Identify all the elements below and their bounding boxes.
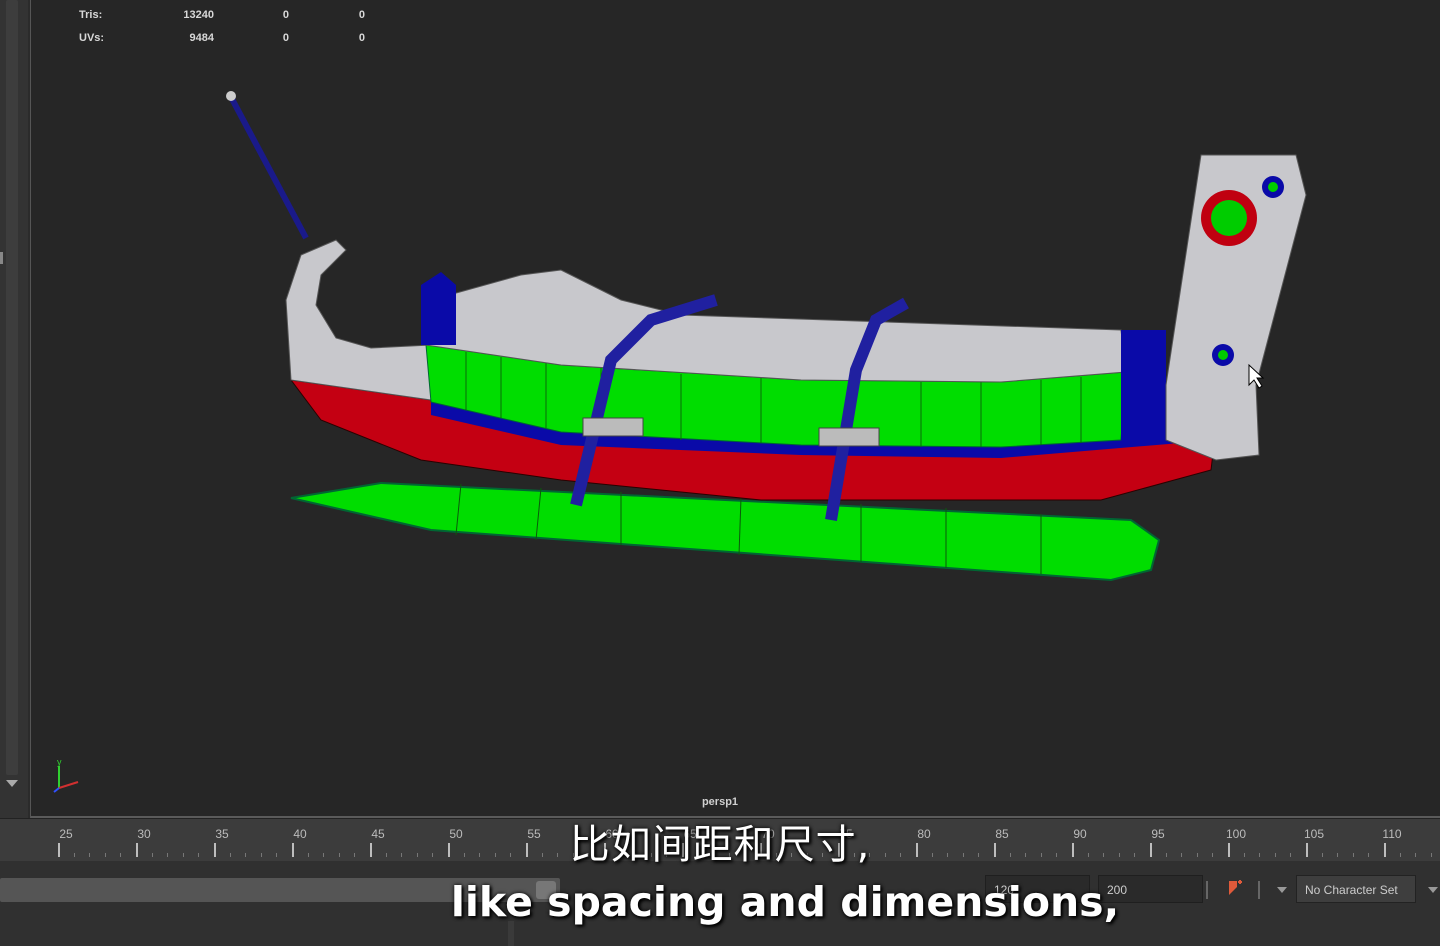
stern-block (1121, 330, 1166, 440)
hud-v2: 0 (282, 32, 289, 44)
subtitle-chinese: 比如间距和尺寸, (569, 822, 871, 868)
scroll-marker (0, 252, 3, 264)
blue-brace (421, 272, 456, 345)
axis-y-label: y (57, 758, 62, 767)
boat-model[interactable] (31, 0, 1440, 816)
viewport-side-scrollbar[interactable] (0, 0, 28, 818)
prow (285, 239, 432, 401)
hud-label: Tris: (79, 9, 103, 21)
3d-viewport[interactable]: Tris: 13240 0 0 UVs: 9484 0 0 (30, 0, 1440, 818)
mast-tip (226, 91, 236, 101)
hud-v3: 0 (358, 32, 365, 44)
hud-v1: 13240 (183, 9, 214, 21)
scrollbar-track[interactable] (6, 0, 18, 775)
subtitle-english: like spacing and dimensions, (450, 878, 1120, 926)
hud-v2: 0 (282, 9, 289, 21)
scroll-down-arrow-icon[interactable] (6, 780, 18, 787)
hud-label: UVs: (79, 32, 105, 44)
stern-disc (1211, 200, 1247, 236)
hud-v1: 9484 (189, 32, 214, 44)
hud-v3: 0 (358, 9, 365, 21)
mast-pole (228, 95, 309, 240)
view-axis-gizmo-icon: y (50, 757, 86, 799)
camera-name: persp1 (701, 796, 739, 808)
